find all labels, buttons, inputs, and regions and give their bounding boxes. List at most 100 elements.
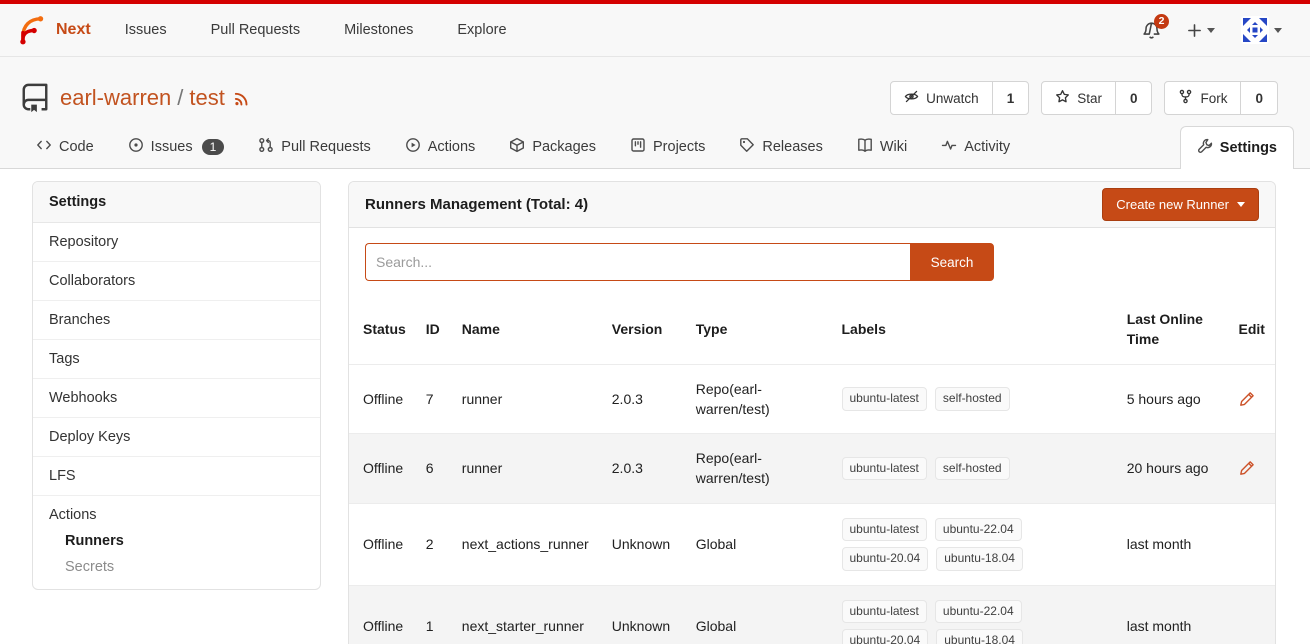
sidebar-title: Settings — [33, 182, 320, 223]
fork-icon — [1178, 89, 1193, 107]
fork-button-group: Fork0 — [1164, 81, 1278, 115]
notifications-button[interactable]: 2 — [1142, 21, 1161, 40]
forgejo-logo-icon[interactable] — [16, 14, 48, 46]
label-pill: ubuntu-latest — [842, 600, 927, 623]
tools-icon — [1197, 138, 1213, 158]
navbar-left: Next Issues Pull Requests Milestones Explor… — [16, 14, 507, 46]
unwatch-count[interactable]: 1 — [992, 82, 1029, 114]
column-header-last-online-time: Last Online Time — [1117, 295, 1229, 364]
project-icon — [630, 137, 646, 157]
nav-link-pull-requests[interactable]: Pull Requests — [211, 22, 300, 38]
tab-releases[interactable]: Releases — [733, 126, 828, 168]
runner-row-6: Offline6runner2.0.3Repo(earl-warren/test… — [349, 434, 1275, 504]
repo-action-buttons: Unwatch1Star0Fork0 — [890, 81, 1278, 115]
book-icon — [857, 137, 873, 157]
panel-title: Runners Management (Total: 4) — [365, 196, 588, 213]
content-area: SettingsRepositoryCollaboratorsBranchesT… — [0, 169, 1310, 644]
unwatch-button[interactable]: Unwatch — [891, 82, 992, 114]
avatar-identicon — [1241, 16, 1269, 44]
edit-runner-button[interactable] — [1239, 460, 1266, 476]
sidebar-item-repository[interactable]: Repository — [33, 223, 320, 262]
eye-slash-icon — [904, 89, 919, 107]
star-icon — [1055, 89, 1070, 107]
sidebar-item-deploy-keys[interactable]: Deploy Keys — [33, 418, 320, 457]
sidebar-item-branches[interactable]: Branches — [33, 301, 320, 340]
create-runner-button[interactable]: Create new Runner — [1102, 188, 1259, 221]
runner-id: 7 — [416, 364, 452, 434]
tab-issues[interactable]: Issues1 — [122, 126, 231, 168]
repo-header: earl-warren / test Unwatch1Star0Fork0 Co… — [0, 57, 1310, 169]
label-pill: ubuntu-22.04 — [935, 518, 1022, 541]
pencil-icon — [1239, 391, 1266, 407]
tab-projects[interactable]: Projects — [624, 126, 711, 168]
runner-version: Unknown — [602, 585, 686, 644]
plus-icon — [1187, 23, 1202, 38]
nav-link-milestones[interactable]: Milestones — [344, 22, 413, 38]
runner-name: next_actions_runner — [452, 503, 602, 585]
column-header-name: Name — [452, 295, 602, 364]
nav-link-explore[interactable]: Explore — [457, 22, 506, 38]
tab-activity[interactable]: Activity — [935, 126, 1016, 168]
repo-owner-link[interactable]: earl-warren — [60, 85, 171, 111]
runner-last-online: last month — [1117, 585, 1229, 644]
tag-icon — [739, 137, 755, 157]
runner-labels: ubuntu-latestubuntu-22.04ubuntu-20.04ubu… — [832, 503, 1117, 585]
repo-title-row: earl-warren / test Unwatch1Star0Fork0 — [0, 57, 1310, 125]
caret-down-icon — [1274, 28, 1282, 33]
runner-type: Repo(earl-warren/test) — [686, 434, 832, 504]
runner-status: Offline — [349, 434, 416, 504]
label-pill: ubuntu-latest — [842, 518, 927, 541]
settings-sidebar: SettingsRepositoryCollaboratorsBranchesT… — [32, 181, 321, 590]
fork-button[interactable]: Fork — [1165, 82, 1240, 114]
page: Next Issues Pull Requests Milestones Explor… — [0, 0, 1310, 644]
repo-name-link[interactable]: test — [189, 85, 224, 111]
runner-id: 2 — [416, 503, 452, 585]
star-button[interactable]: Star — [1042, 82, 1115, 114]
label-pill: ubuntu-22.04 — [935, 600, 1022, 623]
runner-version: 2.0.3 — [602, 434, 686, 504]
search-input[interactable] — [365, 243, 910, 281]
tab-actions[interactable]: Actions — [399, 126, 482, 168]
sidebar-item-lfs[interactable]: LFS — [33, 457, 320, 496]
sidebar-item-runners[interactable]: Runners — [49, 523, 304, 549]
search-button[interactable]: Search — [910, 243, 994, 281]
tab-code[interactable]: Code — [30, 126, 100, 168]
runner-last-online: 20 hours ago — [1117, 434, 1229, 504]
star-count[interactable]: 0 — [1115, 82, 1152, 114]
tab-pull-requests[interactable]: Pull Requests — [252, 126, 376, 168]
runner-id: 1 — [416, 585, 452, 644]
brand-label[interactable]: Next — [56, 21, 91, 39]
runner-labels: ubuntu-latestself-hosted — [832, 434, 1117, 504]
runner-name: next_starter_runner — [452, 585, 602, 644]
runner-last-online: 5 hours ago — [1117, 364, 1229, 434]
tab-wiki[interactable]: Wiki — [851, 126, 913, 168]
label-pill: ubuntu-20.04 — [842, 629, 929, 644]
fork-count[interactable]: 0 — [1240, 82, 1277, 114]
runner-labels: ubuntu-latestubuntu-22.04ubuntu-20.04ubu… — [832, 585, 1117, 644]
user-menu-button[interactable] — [1241, 16, 1282, 44]
sidebar-item-secrets[interactable]: Secrets — [49, 549, 304, 575]
column-header-edit: Edit — [1229, 295, 1276, 364]
sidebar-item-actions[interactable]: Actions — [49, 507, 304, 523]
edit-runner-button[interactable] — [1239, 391, 1266, 407]
pull-request-icon — [258, 137, 274, 157]
nav-link-issues[interactable]: Issues — [125, 22, 167, 38]
runner-type: Global — [686, 503, 832, 585]
create-menu-button[interactable] — [1187, 23, 1215, 38]
runner-version: Unknown — [602, 503, 686, 585]
runner-type: Repo(earl-warren/test) — [686, 364, 832, 434]
tab-settings[interactable]: Settings — [1180, 126, 1294, 169]
tab-packages[interactable]: Packages — [503, 126, 602, 168]
sidebar-item-webhooks[interactable]: Webhooks — [33, 379, 320, 418]
label-pill: ubuntu-18.04 — [936, 547, 1023, 570]
runners-panel: Runners Management (Total: 4) Create new… — [348, 181, 1276, 644]
repo-separator: / — [177, 85, 183, 111]
runner-status: Offline — [349, 364, 416, 434]
rss-icon[interactable] — [225, 89, 251, 107]
sidebar-item-collaborators[interactable]: Collaborators — [33, 262, 320, 301]
sidebar-item-tags[interactable]: Tags — [33, 340, 320, 379]
runner-last-online: last month — [1117, 503, 1229, 585]
repo-tab-bar: Code Issues1 Pull Requests Actions Packages P… — [0, 125, 1310, 169]
table-header-row: StatusIDNameVersionTypeLabelsLast Online… — [349, 295, 1275, 364]
runner-name: runner — [452, 364, 602, 434]
